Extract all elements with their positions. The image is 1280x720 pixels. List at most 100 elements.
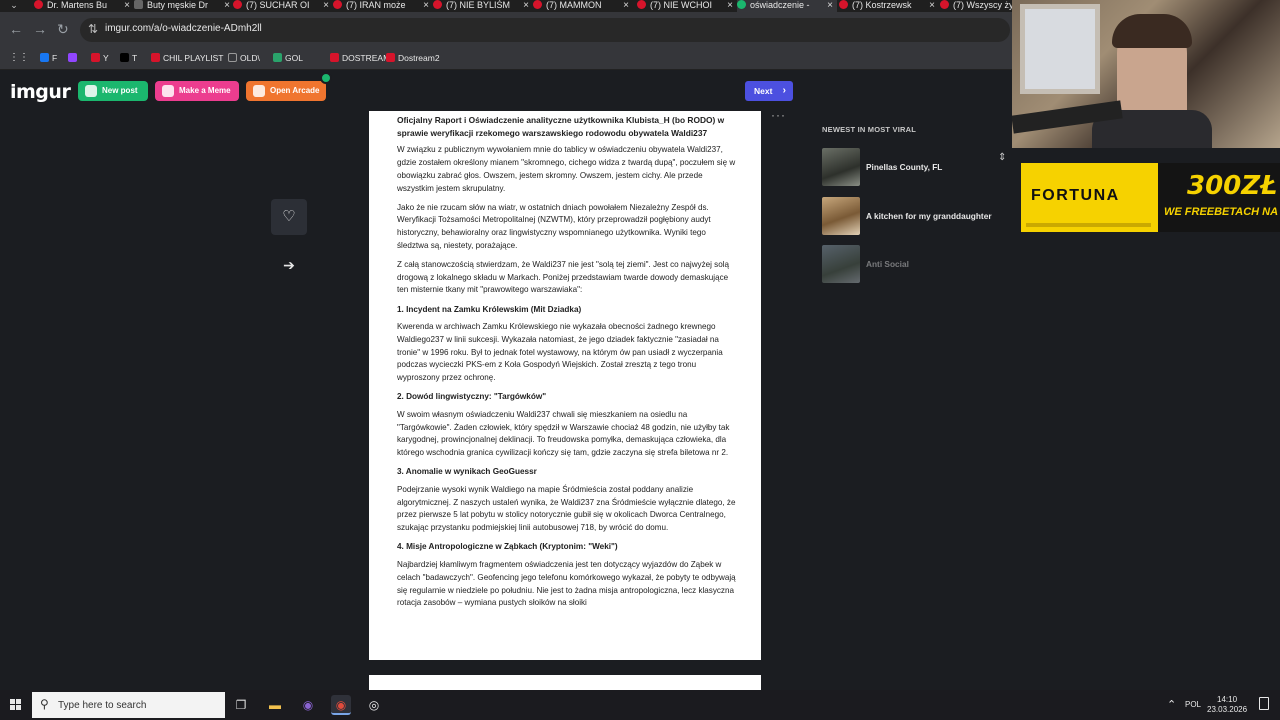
youtube-icon: [637, 0, 646, 9]
viral-thumbnail: [822, 148, 860, 186]
close-tab-icon[interactable]: ×: [727, 0, 733, 11]
browser-tab[interactable]: oświadczenie - ×: [737, 0, 837, 12]
x-icon: [120, 53, 129, 62]
post-paragraph: Jako że nie rzucam słów na wiatr, w osta…: [397, 202, 711, 250]
bookmark-item[interactable]: T: [120, 53, 137, 63]
bookmark-label: CHIL PLAYLIST: [163, 53, 224, 63]
tab-title: (7) NIE BYLIŚM: [446, 0, 511, 10]
bookmark-item[interactable]: OLD\: [228, 53, 260, 63]
browser-tab[interactable]: (7) Wszyscy żyj×: [940, 0, 1012, 12]
browser-tab[interactable]: Buty męskie Dr ×: [134, 0, 234, 12]
bookmark-label: GOL: [285, 53, 303, 63]
close-tab-icon[interactable]: ×: [827, 0, 833, 11]
bookmark-item[interactable]: Y: [91, 53, 109, 63]
bookmark-item[interactable]: Dostream2: [386, 53, 440, 63]
taskbar-search-box[interactable]: ⚲ Type here to search: [32, 692, 225, 718]
section-text: Kwerenda w archiwach Zamku Królewskiego …: [397, 322, 723, 383]
bookmarks-bar: ⋮⋮ F Y T CHIL PLAYLIST OLD\ GOL DOSTREAM1 Dostr…: [0, 48, 1012, 70]
most-viral-sidebar: NEWEST IN MOST VIRAL Pinellas County, FL…: [822, 125, 1007, 283]
bookmark-item[interactable]: F: [40, 53, 57, 63]
system-clock[interactable]: 14:10 23.03.2026: [1207, 695, 1247, 715]
fortuna-brand: FORTUNA: [1031, 187, 1120, 204]
viral-item-title: Pinellas County, FL: [866, 162, 943, 172]
youtube-icon: [940, 0, 949, 9]
youtube-icon: [839, 0, 848, 9]
post-paragraph: W związku z publicznym wywołaniem mnie d…: [397, 145, 736, 193]
open-arcade-button[interactable]: Open Arcade: [246, 72, 332, 101]
post-paragraph: Z całą stanowczością stwierdzam, że Wald…: [397, 260, 730, 295]
tab-title: (7) Wszyscy żyj: [953, 0, 1012, 10]
webcam-overlay: [1012, 0, 1280, 148]
viral-item[interactable]: Pinellas County, FL: [822, 148, 1007, 186]
browser-tab[interactable]: (7) IRAN może ×: [333, 0, 433, 12]
open-arcade-label: Open Arcade: [270, 86, 320, 95]
bookmark-label: Y: [103, 53, 109, 63]
next-post-button[interactable]: Next ›: [745, 81, 793, 101]
youtube-icon: [91, 53, 100, 62]
webcam-person-hair: [1112, 14, 1192, 48]
share-arrow-icon[interactable]: ➔: [279, 255, 299, 275]
notifications-icon[interactable]: [1259, 697, 1269, 710]
url-field[interactable]: ⇅ imgur.com/a/o-wiadczenie-ADmh2ll: [80, 18, 1010, 42]
new-post-label: New post: [102, 86, 138, 95]
new-post-button[interactable]: New post: [78, 81, 148, 101]
site-info-icon[interactable]: ⇅: [88, 22, 98, 36]
make-meme-button[interactable]: Make a Meme: [155, 81, 239, 101]
forward-icon[interactable]: →: [33, 21, 47, 37]
browser-tab[interactable]: (7) NIE BYLIŚM ×: [433, 0, 533, 12]
browser-tab[interactable]: (7) MAMMON ×: [533, 0, 633, 12]
youtube-icon: [386, 53, 395, 62]
chrome-app-icon[interactable]: ◉: [331, 695, 351, 715]
taskbar-search-placeholder: Type here to search: [58, 700, 147, 711]
back-icon[interactable]: ←: [9, 21, 23, 37]
close-tab-icon[interactable]: ×: [929, 0, 935, 11]
tab-title: Buty męskie Dr: [147, 0, 209, 10]
address-toolbar: ← → ↻ ⇅ imgur.com/a/o-wiadczenie-ADmh2ll: [0, 12, 1012, 48]
task-view-icon[interactable]: ❐: [231, 695, 251, 715]
browser-tab[interactable]: Dr. Martens Bu ×: [34, 0, 134, 12]
close-tab-icon[interactable]: ×: [623, 0, 629, 11]
plus-icon: [85, 85, 97, 97]
viral-thumbnail: [822, 245, 860, 283]
clock-date: 23.03.2026: [1207, 705, 1248, 714]
viral-item[interactable]: A kitchen for my granddaughter: [822, 197, 1007, 235]
close-tab-icon[interactable]: ×: [323, 0, 329, 11]
section-heading: 1. Incydent na Zamku Królewskim (Mit Dzi…: [397, 304, 582, 314]
section-text: W swoim własnym oświadczeniu Waldi237 ch…: [397, 410, 730, 458]
obs-app-icon[interactable]: ◎: [364, 695, 384, 715]
close-tab-icon[interactable]: ×: [224, 0, 230, 11]
favorite-heart-icon[interactable]: ♡: [271, 199, 307, 235]
section-heading: 4. Misje Antropologiczne w Ząbkach (Kryp…: [397, 542, 618, 552]
sidebar-scroll-indicator[interactable]: ⇕: [998, 152, 1006, 166]
section-heading: 3. Anomalie w wynikach GeoGuessr: [397, 467, 537, 477]
tray-overflow-icon[interactable]: ⌃: [1167, 698, 1176, 711]
close-tab-icon[interactable]: ×: [423, 0, 429, 11]
bookmark-item[interactable]: GOL: [273, 53, 303, 63]
youtube-icon: [433, 0, 442, 9]
browser-tab[interactable]: (7) SUCHAR OI ×: [233, 0, 333, 12]
bookmark-item[interactable]: CHIL PLAYLIST: [151, 53, 223, 63]
browser-tab[interactable]: (7) NIE WCHOI ×: [637, 0, 737, 12]
language-indicator[interactable]: POL: [1185, 700, 1201, 709]
file-explorer-icon[interactable]: ▬: [265, 695, 285, 715]
viral-item-title: A kitchen for my granddaughter: [866, 211, 992, 221]
ad-fine-print: [1026, 223, 1151, 227]
close-tab-icon[interactable]: ×: [124, 0, 130, 11]
discord-app-icon[interactable]: ◉: [298, 695, 318, 715]
windows-start-icon[interactable]: [10, 699, 22, 711]
tab-search-icon[interactable]: ⌄: [0, 0, 28, 12]
tab-title: (7) Kostrzewsk: [852, 0, 912, 10]
apps-grid-icon[interactable]: ⋮⋮: [9, 52, 29, 63]
post-text: Oficjalny Raport i Oświadczenie analityc…: [397, 114, 739, 616]
more-options-icon[interactable]: ···: [771, 108, 786, 122]
imgur-logo[interactable]: imgur: [10, 81, 71, 103]
reload-icon[interactable]: ↻: [57, 21, 69, 38]
section-text: Najbardziej kłamliwym fragmentem oświadc…: [397, 560, 736, 608]
site-icon: [134, 0, 143, 9]
tab-title: (7) MAMMON: [546, 0, 602, 10]
viral-item[interactable]: Anti Social: [822, 245, 1007, 283]
browser-tab[interactable]: (7) Kostrzewsk ×: [839, 0, 939, 12]
ad-promo: WE FREEBETACH NA STAR: [1164, 206, 1280, 218]
bookmark-item[interactable]: [68, 53, 80, 63]
close-tab-icon[interactable]: ×: [523, 0, 529, 11]
